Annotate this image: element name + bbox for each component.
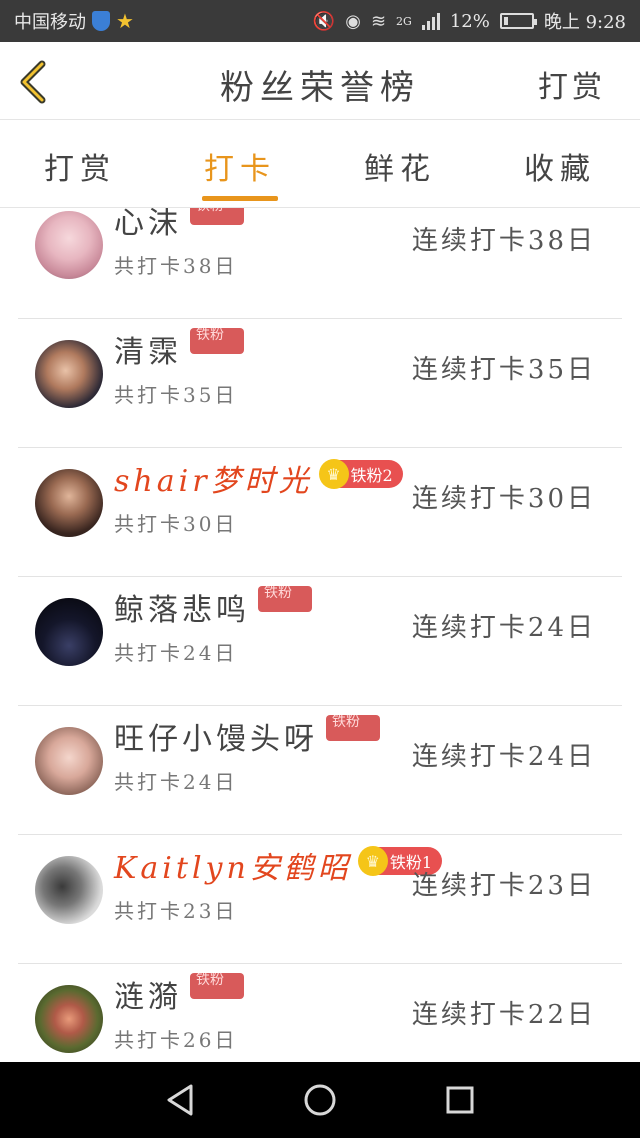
status-bar: 中国移动 ★ 🔇 ◉ ≋ 2G 12% 晚上 9:28 bbox=[0, 0, 640, 42]
fan-ranking-list: 心沫 铁粉 共打卡38日 连续打卡38日 清霂 铁粉 共打卡35日 连续打卡35… bbox=[0, 208, 640, 1062]
tab-reward[interactable]: 打赏 bbox=[0, 120, 160, 207]
fan-badge: 铁粉 bbox=[190, 208, 244, 225]
tab-favorites[interactable]: 收藏 bbox=[480, 120, 640, 207]
tab-bar: 打赏 打卡 鲜花 收藏 bbox=[0, 120, 640, 208]
star-icon: ★ bbox=[116, 9, 134, 33]
total-checkins: 共打卡24日 bbox=[114, 770, 238, 794]
list-item[interactable]: 鲸落悲鸣 铁粉 共打卡24日 连续打卡24日 bbox=[18, 577, 622, 706]
user-name: 清霂 bbox=[114, 335, 182, 370]
avatar[interactable] bbox=[35, 469, 103, 537]
streak-count: 连续打卡30日 bbox=[411, 484, 596, 514]
total-checkins: 共打卡26日 bbox=[114, 1028, 238, 1052]
carrier-label: 中国移动 bbox=[14, 12, 86, 33]
clock: 晚上 9:28 bbox=[543, 12, 626, 33]
total-checkins: 共打卡30日 bbox=[114, 512, 238, 536]
system-nav-bar bbox=[0, 1062, 640, 1138]
user-name: 旺仔小馒头呀 bbox=[114, 722, 318, 757]
total-checkins: 共打卡38日 bbox=[114, 254, 238, 278]
total-checkins: 共打卡35日 bbox=[114, 383, 238, 407]
avatar[interactable] bbox=[35, 985, 103, 1053]
avatar[interactable] bbox=[35, 211, 103, 279]
network-type: 2G bbox=[396, 14, 412, 28]
user-name: 鲸落悲鸣 bbox=[114, 593, 250, 628]
avatar[interactable] bbox=[35, 598, 103, 666]
crown-icon: ♛ bbox=[357, 846, 388, 876]
fan-badge: 铁粉 bbox=[326, 715, 380, 741]
total-checkins: 共打卡24日 bbox=[114, 641, 238, 665]
eye-icon: ◉ bbox=[345, 10, 361, 32]
total-checkins: 共打卡23日 bbox=[114, 899, 238, 923]
tab-flowers[interactable]: 鲜花 bbox=[320, 120, 480, 207]
streak-count: 连续打卡24日 bbox=[411, 742, 596, 772]
nav-recents-button[interactable] bbox=[430, 1070, 490, 1130]
streak-count: 连续打卡35日 bbox=[411, 355, 596, 385]
avatar[interactable] bbox=[35, 340, 103, 408]
list-item[interactable]: shair梦时光 ♛ 铁粉2 共打卡30日 连续打卡30日 bbox=[18, 448, 622, 577]
fan-badge-label: 铁粉2 bbox=[350, 466, 393, 485]
streak-count: 连续打卡38日 bbox=[411, 226, 596, 256]
list-item[interactable]: 清霂 铁粉 共打卡35日 连续打卡35日 bbox=[18, 319, 622, 448]
tab-checkin[interactable]: 打卡 bbox=[160, 120, 320, 207]
streak-count: 连续打卡24日 bbox=[411, 613, 596, 643]
nav-home-button[interactable] bbox=[290, 1070, 350, 1130]
crown-icon: ♛ bbox=[318, 459, 349, 489]
avatar[interactable] bbox=[35, 856, 103, 924]
streak-count: 连续打卡22日 bbox=[411, 1000, 596, 1030]
list-item[interactable]: 心沫 铁粉 共打卡38日 连续打卡38日 bbox=[18, 208, 622, 319]
user-name: 涟漪 bbox=[114, 980, 182, 1015]
list-item[interactable]: Kaitlyn安鹤昭 ♛ 铁粉1 共打卡23日 连续打卡23日 bbox=[18, 835, 622, 964]
shield-icon bbox=[92, 11, 110, 31]
streak-count: 连续打卡23日 bbox=[411, 871, 596, 901]
reward-button[interactable]: 打赏 bbox=[538, 62, 606, 106]
fan-badge: 铁粉 bbox=[190, 973, 244, 999]
fan-badge: 铁粉 bbox=[258, 586, 312, 612]
avatar[interactable] bbox=[35, 727, 103, 795]
list-item[interactable]: 旺仔小馒头呀 铁粉 共打卡24日 连续打卡24日 bbox=[18, 706, 622, 835]
triangle-back-icon bbox=[167, 1084, 193, 1116]
list-item[interactable]: 涟漪 铁粉 共打卡26日 连续打卡22日 bbox=[18, 964, 622, 1062]
battery-percent: 12% bbox=[449, 10, 490, 32]
user-name: shair梦时光 bbox=[114, 464, 313, 499]
user-name: Kaitlyn安鹤昭 bbox=[114, 851, 352, 886]
nav-back-button[interactable] bbox=[150, 1070, 210, 1130]
fan-badge: 铁粉 bbox=[190, 328, 244, 354]
signal-icon bbox=[421, 12, 440, 30]
circle-home-icon bbox=[304, 1084, 336, 1116]
user-name: 心沫 bbox=[114, 208, 182, 241]
mute-icon: 🔇 bbox=[312, 10, 336, 32]
fan-badge: ♛ 铁粉2 bbox=[318, 459, 403, 489]
app-header: 粉丝荣誉榜 打赏 bbox=[0, 42, 640, 120]
wifi-icon: ≋ bbox=[370, 10, 387, 32]
battery-icon bbox=[499, 13, 537, 29]
square-recents-icon bbox=[446, 1086, 474, 1114]
